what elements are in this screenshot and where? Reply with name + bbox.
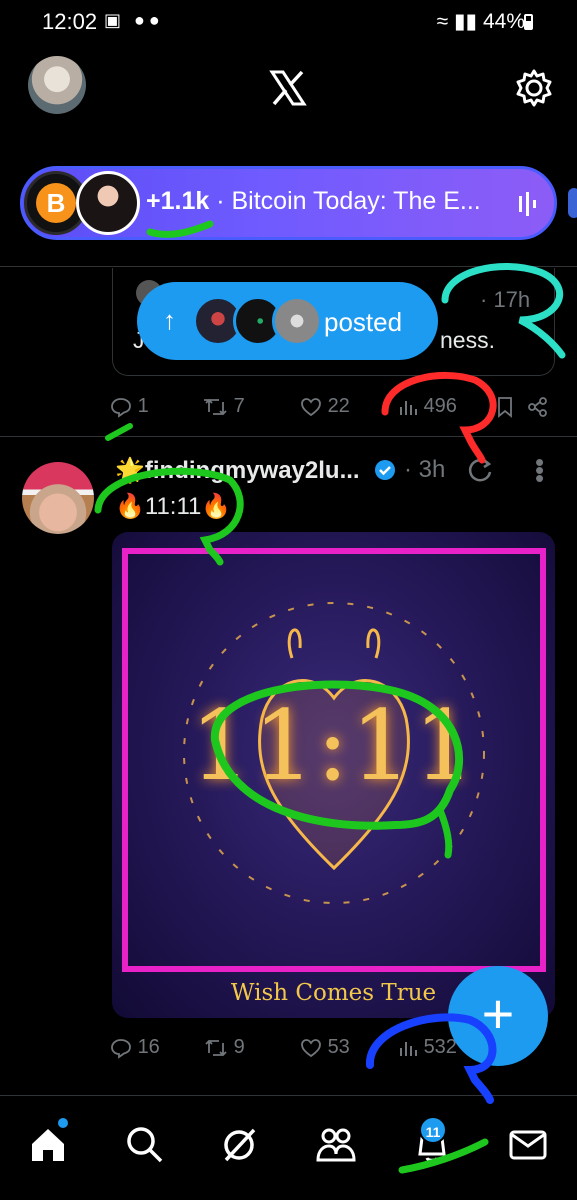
reply-button[interactable]: 1 xyxy=(110,395,149,418)
views-count: 532 xyxy=(423,1036,457,1058)
like-button[interactable]: 53 xyxy=(300,1036,350,1059)
compose-fab-button[interactable]: + xyxy=(448,966,548,1066)
gear-icon[interactable] xyxy=(514,68,554,108)
heart-icon xyxy=(301,397,321,416)
profile-avatar[interactable] xyxy=(28,56,86,114)
views-icon xyxy=(400,400,417,415)
more-options-icon[interactable]: • • • xyxy=(535,449,544,491)
share-icon[interactable] xyxy=(527,396,549,418)
reply-button[interactable]: 16 xyxy=(110,1036,160,1059)
bottom-nav-bar xyxy=(0,1095,577,1200)
repost-button[interactable]: 9 xyxy=(204,1036,245,1059)
communities-icon[interactable] xyxy=(316,1124,356,1164)
posted-avatar xyxy=(272,296,322,346)
reply-icon xyxy=(111,397,131,418)
views-count: 496 xyxy=(423,395,457,417)
status-notification-icons: ▣ ●● xyxy=(104,10,164,30)
reply-count: 1 xyxy=(137,395,149,417)
status-time: 12:02 xyxy=(42,9,98,34)
home-icon[interactable] xyxy=(28,1124,68,1164)
like-button[interactable]: 22 xyxy=(300,395,350,418)
wifi-icon: ≈ xyxy=(436,10,449,33)
quoted-tweet-time: · 17h xyxy=(480,287,531,312)
grok-refresh-icon[interactable] xyxy=(466,456,494,484)
repost-icon xyxy=(205,1039,227,1056)
reply-icon xyxy=(111,1038,131,1059)
bookmark-icon[interactable] xyxy=(496,396,514,418)
repost-count: 7 xyxy=(233,395,245,417)
audio-wave-icon xyxy=(519,192,536,216)
views-button[interactable]: 496 xyxy=(398,395,457,418)
status-battery-text: ≈ ▮▮ 44% xyxy=(437,9,525,34)
views-icon xyxy=(400,1041,417,1056)
spaces-pill-text: +1.1k · Bitcoin Today: The E... xyxy=(146,187,481,216)
new-posts-label: posted xyxy=(324,307,403,337)
spaces-title: Bitcoin Today: The E... xyxy=(231,187,481,215)
like-count: 53 xyxy=(327,1036,350,1058)
views-button[interactable]: 532 xyxy=(398,1036,457,1059)
feed-divider xyxy=(0,436,577,437)
repost-button[interactable]: 7 xyxy=(204,395,245,418)
notifications-badge: 11 xyxy=(419,1116,447,1144)
messages-icon[interactable] xyxy=(508,1124,548,1164)
space-speaker-avatar xyxy=(76,171,140,235)
reply-count: 16 xyxy=(137,1036,160,1058)
grok-icon[interactable] xyxy=(220,1124,260,1164)
tweet-author-avatar[interactable] xyxy=(22,462,94,534)
battery-icon xyxy=(524,14,533,30)
next-space-pill-edge[interactable] xyxy=(568,188,577,218)
bitcoin-icon: B xyxy=(36,183,76,223)
quoted-tweet-text-end: ness. xyxy=(440,327,495,353)
tweet-author-name[interactable]: 🌟findingmyway2lu... xyxy=(115,456,360,485)
spaces-separator: · xyxy=(216,187,225,215)
tweet-time: · 3h xyxy=(404,456,446,483)
x-logo-icon[interactable] xyxy=(268,68,308,108)
battery-percent: 44% xyxy=(482,10,525,33)
signal-icon: ▮▮ xyxy=(454,10,478,33)
home-unread-dot xyxy=(58,1118,68,1128)
like-count: 22 xyxy=(327,395,350,417)
verified-badge-icon xyxy=(375,460,395,480)
repost-icon xyxy=(204,398,227,415)
arrow-up-icon: ↑ xyxy=(163,305,176,335)
search-icon[interactable] xyxy=(124,1124,164,1164)
spaces-listener-count: +1.1k xyxy=(146,187,210,215)
media-main-text: 11:11 xyxy=(190,690,477,802)
repost-count: 9 xyxy=(233,1036,245,1058)
heart-icon xyxy=(301,1038,321,1057)
tweet-text: 🔥11:11🔥 xyxy=(115,493,232,520)
feed-divider xyxy=(0,266,577,267)
